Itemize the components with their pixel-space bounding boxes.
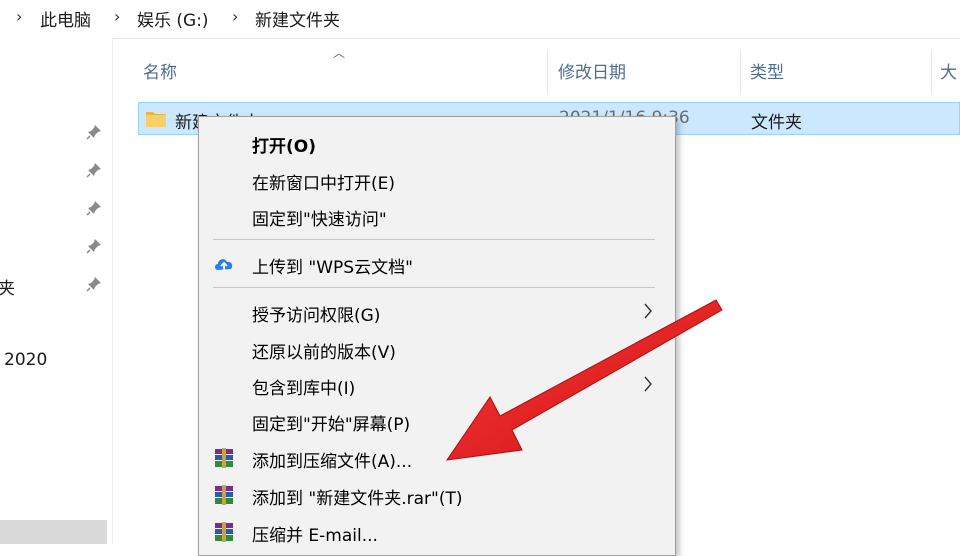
menu-item-pin-start[interactable]: 固定到"开始"屏幕(P)	[199, 404, 675, 438]
column-header-name[interactable]: 名称	[143, 58, 177, 83]
menu-item-label: 打开(O)	[252, 137, 316, 157]
winrar-icon	[215, 485, 233, 505]
pin-icon[interactable]	[86, 276, 102, 292]
submenu-chevron-icon	[644, 376, 652, 392]
file-type: 文件夹	[751, 113, 802, 133]
column-header-date[interactable]: 修改日期	[558, 58, 626, 83]
nav-item-folder[interactable]: 夹	[0, 274, 15, 299]
breadcrumb-drive[interactable]: 娱乐 (G:)	[137, 6, 209, 31]
menu-item-label: 固定到"开始"屏幕(P)	[252, 415, 411, 435]
address-bar[interactable]: › 此电脑 › 娱乐 (G:) › 新建文件夹	[0, 0, 960, 39]
nav-item-2020[interactable]: 2020	[4, 350, 47, 370]
cloud-upload-icon	[215, 259, 233, 271]
column-divider[interactable]	[740, 50, 741, 94]
menu-item-restore-versions[interactable]: 还原以前的版本(V)	[199, 332, 675, 366]
submenu-chevron-icon	[644, 303, 652, 319]
menu-item-label: 在新窗口中打开(E)	[252, 174, 396, 194]
pin-icon[interactable]	[86, 162, 102, 178]
column-header-type[interactable]: 类型	[750, 58, 784, 83]
menu-item-label: 添加到压缩文件(A)...	[252, 452, 413, 472]
pin-icon[interactable]	[86, 124, 102, 140]
column-header-size[interactable]: 大	[940, 58, 957, 83]
menu-item-include-in-library[interactable]: 包含到库中(I)	[199, 368, 675, 402]
nav-selected-item[interactable]	[0, 520, 107, 544]
sort-ascending-icon: ︿	[333, 46, 346, 60]
context-menu: 打开(O) 在新窗口中打开(E) 固定到"快速访问" 上传到 "WPS云文档" …	[198, 116, 676, 556]
menu-item-label: 授予访问权限(G)	[252, 306, 381, 326]
column-divider[interactable]	[931, 50, 932, 94]
menu-item-label: 包含到库中(I)	[252, 379, 356, 399]
menu-item-label: 压缩并 E-mail...	[252, 526, 378, 546]
navigation-pane: 夹 2020	[0, 38, 113, 544]
menu-item-upload-wps[interactable]: 上传到 "WPS云文档"	[199, 247, 675, 281]
breadcrumb-this-pc[interactable]: 此电脑	[40, 6, 91, 31]
breadcrumb-separator-icon[interactable]: ›	[114, 7, 120, 26]
breadcrumb-separator-icon[interactable]: ›	[232, 7, 238, 26]
pin-icon[interactable]	[86, 238, 102, 254]
menu-item-pin-quick-access[interactable]: 固定到"快速访问"	[199, 199, 675, 233]
menu-item-label: 上传到 "WPS云文档"	[252, 258, 413, 278]
breadcrumb-chevron-icon[interactable]: ›	[16, 7, 22, 26]
menu-item-open-new-window[interactable]: 在新窗口中打开(E)	[199, 163, 675, 197]
winrar-icon	[215, 522, 233, 542]
menu-item-add-to-rar[interactable]: 添加到 "新建文件夹.rar"(T)	[199, 478, 675, 512]
winrar-icon	[215, 448, 233, 468]
menu-separator	[213, 239, 655, 240]
menu-item-add-to-archive[interactable]: 添加到压缩文件(A)...	[199, 441, 675, 475]
menu-item-open[interactable]: 打开(O)	[199, 126, 675, 160]
folder-icon	[146, 112, 166, 127]
breadcrumb-current-folder[interactable]: 新建文件夹	[255, 6, 340, 31]
menu-item-give-access[interactable]: 授予访问权限(G)	[199, 295, 675, 329]
pin-icon[interactable]	[86, 200, 102, 216]
menu-separator	[213, 287, 655, 288]
menu-item-label: 固定到"快速访问"	[252, 210, 387, 230]
menu-item-label: 还原以前的版本(V)	[252, 343, 396, 363]
column-divider[interactable]	[547, 50, 548, 94]
menu-item-label: 添加到 "新建文件夹.rar"(T)	[252, 489, 463, 509]
